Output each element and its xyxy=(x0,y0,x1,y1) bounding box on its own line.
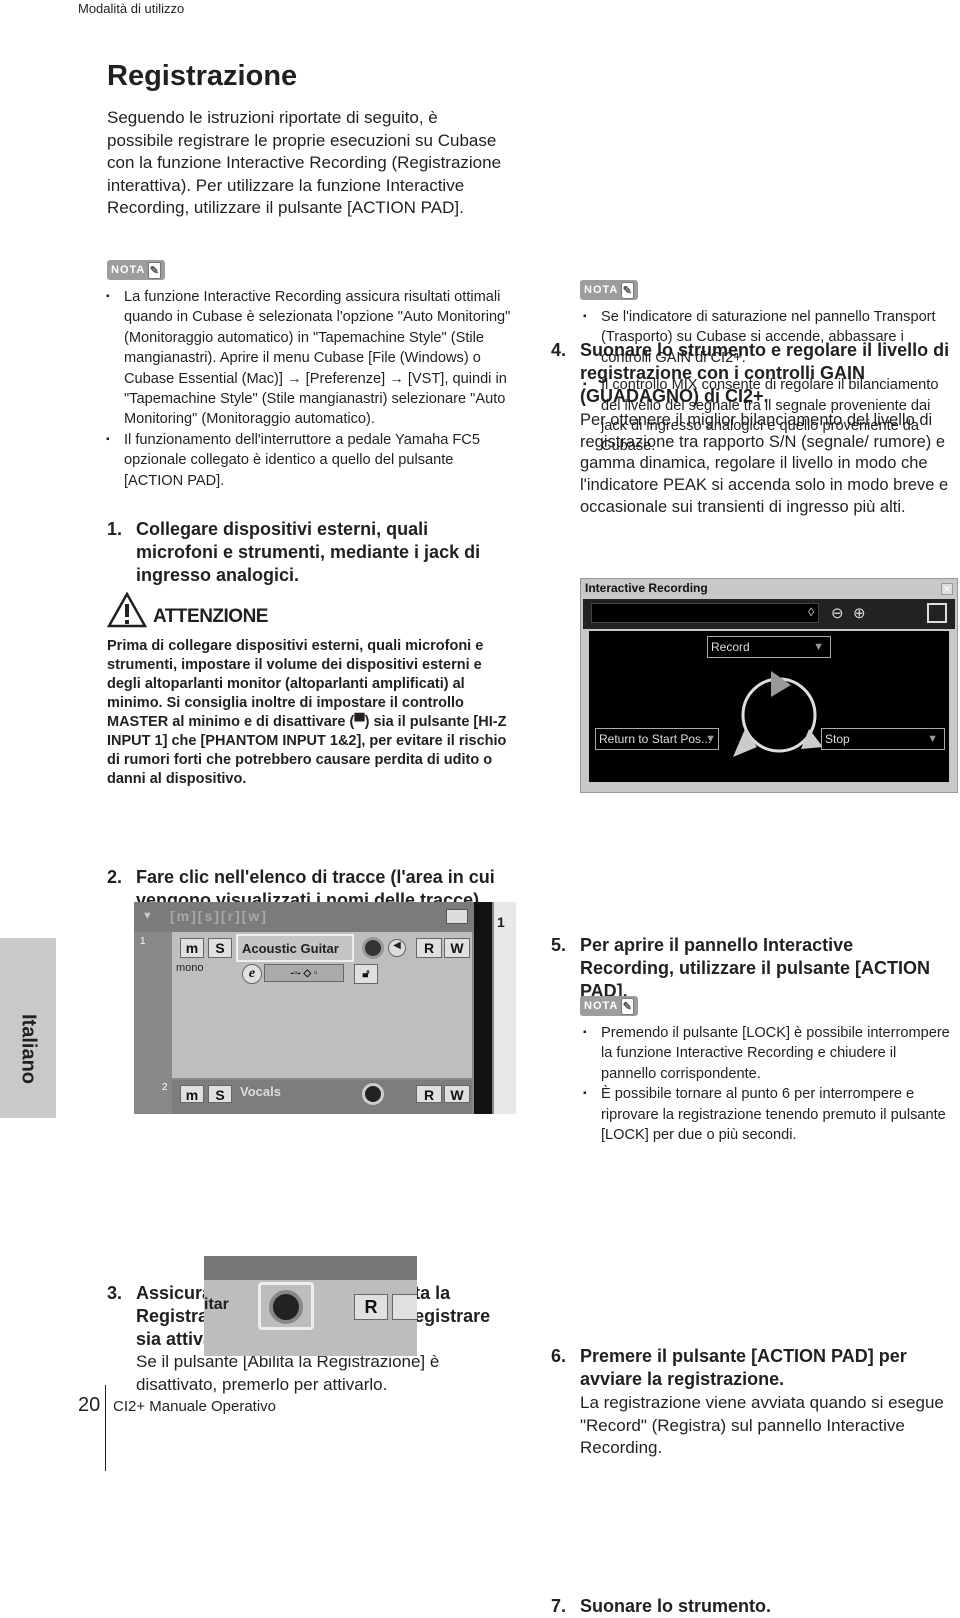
note-item: Il controllo MIX consente di regolare il… xyxy=(583,375,955,457)
note-item: La funzione Interactive Recording assicu… xyxy=(106,287,516,430)
page-number: 20 xyxy=(78,1394,101,1416)
read-button[interactable]: R xyxy=(416,938,442,958)
preset-field[interactable]: ◊ xyxy=(591,603,819,623)
step-title: Suonare lo strumento. xyxy=(580,1595,772,1616)
step-text: Se il pulsante [Abilita la Registrazione… xyxy=(136,1352,440,1394)
mute-button[interactable]: m xyxy=(180,1085,204,1103)
read-button[interactable]: R xyxy=(416,1085,442,1103)
nota-badge: NOTA ✎ xyxy=(580,280,639,300)
step-title: Premere il pulsante [ACTION PAD] per avv… xyxy=(580,1346,907,1390)
layout-icon[interactable] xyxy=(446,909,468,924)
step-number: 3. xyxy=(107,1283,123,1303)
track-list-header: ▼ [m][s][r][w] xyxy=(134,902,479,932)
track-row[interactable]: m S Vocals R W 2 xyxy=(162,1080,472,1114)
page-title: Registrazione xyxy=(107,60,298,92)
step-5: 5. Per aprire il pannello Interactive Rec… xyxy=(551,934,951,1003)
attenzione-label: ATTENZIONE xyxy=(153,606,268,627)
close-icon[interactable]: ✕ xyxy=(941,583,953,595)
chevron-down-icon: ▼ xyxy=(142,910,153,922)
record-enable-crop-screenshot: itar R xyxy=(204,1256,417,1356)
write-button[interactable]: W xyxy=(444,1085,470,1103)
monitor-icon[interactable]: ◀ xyxy=(388,939,406,957)
footer-divider xyxy=(105,1385,106,1471)
zoom-out-icon[interactable]: ⊖ xyxy=(831,604,844,622)
cycle-arrows-icon xyxy=(733,671,823,757)
pencil-icon: ✎ xyxy=(621,281,635,299)
attenzione-text: Prima di collegare dispositivi esterni, … xyxy=(107,638,507,787)
edit-icon[interactable]: e xyxy=(242,964,262,984)
record-enable-button[interactable] xyxy=(362,1083,384,1105)
intro-text: Seguendo le istruzioni riportate di segu… xyxy=(107,108,502,218)
attenzione-header: ATTENZIONE xyxy=(107,592,268,628)
step-7: 7. Suonare lo strumento. xyxy=(551,1595,951,1618)
step-number: 4. xyxy=(551,340,567,361)
note-item: È possibile tornare al punto 6 per inter… xyxy=(583,1084,955,1145)
track-name[interactable]: Vocals xyxy=(240,1084,281,1099)
action-left-dropdown[interactable]: Return to Start Pos... ▼ xyxy=(595,728,719,750)
step-1: 1. Collegare dispositivi esterni, quali m… xyxy=(107,518,507,587)
nota-label: NOTA xyxy=(584,1000,619,1012)
zoom-in-icon[interactable]: ⊕ xyxy=(853,604,866,622)
step-6: 6. Premere il pulsante [ACTION PAD] per a… xyxy=(551,1345,956,1460)
track-number: 1 xyxy=(140,936,146,947)
note-item: Premendo il pulsante [LOCK] è possibile … xyxy=(583,1023,955,1084)
step-text: La registrazione viene avviata quando si… xyxy=(580,1393,944,1458)
interactive-recording-panel-screenshot: Interactive Recording ✕ ◊ ⊖ ⊕ Record ▼ Re… xyxy=(580,578,958,793)
step-number: 1. xyxy=(107,519,123,539)
mute-button[interactable]: m xyxy=(180,938,204,958)
highlight xyxy=(258,1282,314,1330)
step-number: 5. xyxy=(551,935,567,956)
note-item: Il funzionamento dell'interruttore a ped… xyxy=(106,430,516,491)
cubase-track-list-screenshot: ▼ [m][s][r][w] m S Acoustic Guitar ◀ R W… xyxy=(134,902,516,1114)
action-top-dropdown[interactable]: Record ▼ xyxy=(707,636,831,658)
track-name: itar xyxy=(204,1296,229,1313)
track-name[interactable]: Acoustic Guitar xyxy=(236,934,354,962)
step-title: Per aprire il pannello Interactive Recor… xyxy=(580,935,931,1002)
nota-badge: NOTA ✎ xyxy=(107,260,166,280)
write-button[interactable]: W xyxy=(444,938,470,958)
window-icon[interactable] xyxy=(927,603,947,623)
running-header: Modalità di utilizzo xyxy=(78,1,185,16)
panel-toolbar: ◊ ⊖ ⊕ xyxy=(583,599,955,629)
nota-label: NOTA xyxy=(584,284,619,296)
warning-icon xyxy=(107,592,147,628)
pencil-icon: ✎ xyxy=(621,997,635,1015)
note-list-7: Premendo il pulsante [LOCK] è possibile … xyxy=(583,1023,955,1145)
track-number: 2 xyxy=(162,1082,168,1093)
pencil-icon: ✎ xyxy=(148,261,162,279)
lock-icon[interactable]: 🔓︎ xyxy=(354,964,378,984)
global-buttons: [m][s][r][w] xyxy=(170,908,268,924)
preset-arrows-icon[interactable]: ◊ xyxy=(808,605,814,619)
step-title: Collegare dispositivi esterni, quali mic… xyxy=(136,519,481,585)
track-row[interactable]: m S Acoustic Guitar ◀ R W mono e -▫- ◇ ▫… xyxy=(140,932,472,1078)
panel-title: Interactive Recording xyxy=(585,581,708,595)
ruler: 1 xyxy=(494,902,516,1114)
track-mode: mono xyxy=(176,962,204,974)
solo-button[interactable]: S xyxy=(208,938,232,958)
track-controls[interactable]: -▫- ◇ ▫ xyxy=(264,964,344,982)
nota-badge: NOTA ✎ xyxy=(580,996,639,1016)
record-enable-button[interactable] xyxy=(362,937,384,959)
nota-label: NOTA xyxy=(111,264,146,276)
record-enable-button[interactable] xyxy=(269,1290,303,1324)
divider xyxy=(474,902,492,1114)
ruler-label: 1 xyxy=(497,914,505,930)
read-button[interactable]: R xyxy=(354,1294,388,1320)
write-button[interactable] xyxy=(392,1294,417,1320)
panel-main: Record ▼ Return to Start Pos... ▼ Stop ▼ xyxy=(589,631,949,782)
solo-button[interactable]: S xyxy=(208,1085,232,1103)
note-list-1: La funzione Interactive Recording assicu… xyxy=(106,287,516,491)
step-number: 2. xyxy=(107,867,123,887)
action-right-dropdown[interactable]: Stop ▼ xyxy=(821,728,945,750)
footer-title: CI2+ Manuale Operativo xyxy=(113,1398,277,1415)
language-tab: Italiano xyxy=(0,938,56,1118)
note-list-4: Se l'indicatore di saturazione nel panne… xyxy=(583,307,955,457)
note-item: Se l'indicatore di saturazione nel panne… xyxy=(583,307,955,368)
step-number: 7. xyxy=(551,1595,567,1616)
step-number: 6. xyxy=(551,1346,567,1367)
language-label: Italiano xyxy=(17,1014,40,1085)
header xyxy=(204,1256,417,1280)
